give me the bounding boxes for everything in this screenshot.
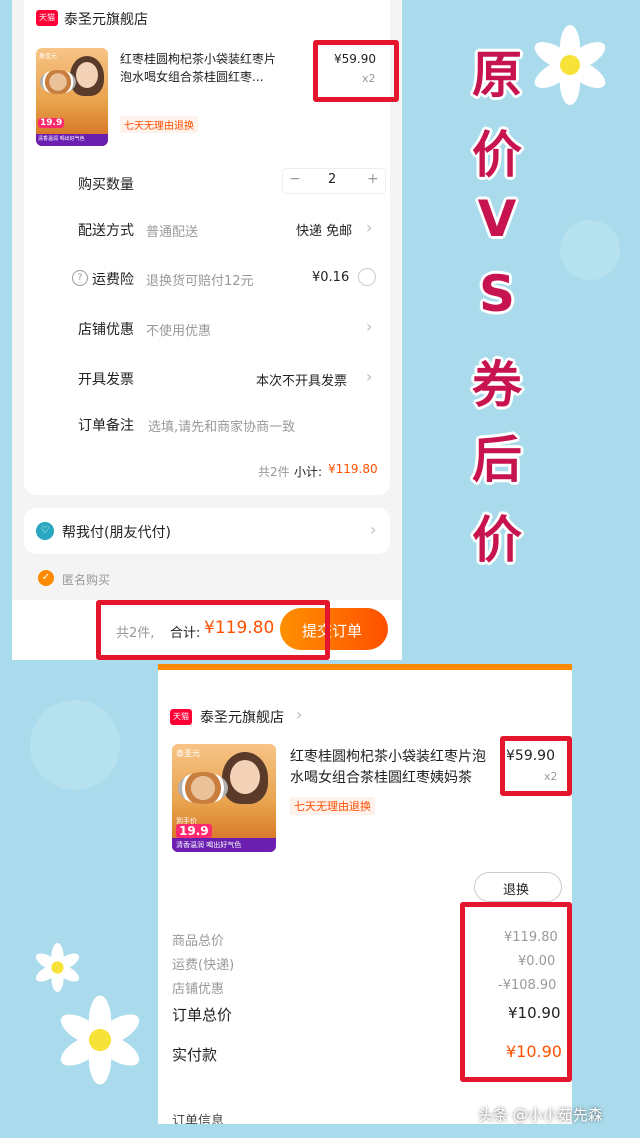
delivery-type: 普通配送 bbox=[146, 225, 199, 240]
thumb-brand: 泰圣元 bbox=[176, 749, 200, 758]
price-highlight-box bbox=[313, 40, 399, 102]
help-icon[interactable]: ? bbox=[72, 270, 88, 286]
chevron-right-icon: › bbox=[370, 520, 377, 539]
return-tag: 七天无理由退换 bbox=[290, 797, 375, 815]
title-char: V bbox=[477, 190, 517, 248]
anonymous-label: 匿名购买 bbox=[62, 573, 111, 587]
title-char: 价 bbox=[472, 511, 522, 569]
quantity-stepper[interactable]: − 2 + bbox=[282, 168, 386, 194]
goods-total-label: 商品总价 bbox=[172, 934, 225, 949]
insurance-label: 运费险 bbox=[92, 272, 134, 288]
flower-icon bbox=[60, 995, 140, 1085]
product-title-line1[interactable]: 红枣桂圆枸杞茶小袋装红枣片泡 bbox=[290, 746, 486, 766]
product-thumbnail[interactable]: 泰圣元 到手价 19.9 清香温润 喝出好气色 bbox=[172, 744, 276, 852]
title-char: S bbox=[478, 265, 515, 323]
price-highlight-box bbox=[500, 736, 572, 796]
order-total-label: 订单总价 bbox=[172, 1006, 233, 1024]
tmall-badge: 天猫 bbox=[36, 10, 58, 26]
subtotal-value: ¥119.80 bbox=[328, 462, 378, 476]
product-title-line1[interactable]: 红枣桂圆枸杞茶小袋装红枣片 bbox=[120, 50, 276, 67]
chevron-right-icon: › bbox=[366, 317, 373, 336]
title-char: 原 bbox=[472, 46, 522, 104]
remark-label: 订单备注 bbox=[78, 418, 134, 434]
thumb-sub: 清香温润 喝出好气色 bbox=[38, 136, 85, 142]
return-tag: 七天无理由退换 bbox=[120, 116, 198, 133]
discount-label: 店铺优惠 bbox=[78, 322, 134, 338]
bg-bubble bbox=[30, 700, 120, 790]
breakdown-highlight-box bbox=[460, 902, 572, 1082]
store-name[interactable]: 泰圣元旗舰店 bbox=[200, 707, 284, 727]
paid-label: 实付款 bbox=[172, 1046, 218, 1064]
product-thumbnail[interactable]: 泰圣元 19.9 清香温润 喝出好气色 bbox=[36, 48, 108, 146]
friend-pay-row[interactable]: ♡ 帮我付(朋友代付) › bbox=[24, 508, 390, 554]
chevron-right-icon: › bbox=[366, 367, 373, 386]
subtotal-count: 共2件 bbox=[258, 465, 290, 479]
delivery-label: 配送方式 bbox=[78, 223, 134, 239]
minus-icon[interactable]: − bbox=[289, 171, 301, 187]
remark-input[interactable]: 选填,请先和商家协商一致 bbox=[148, 416, 295, 435]
delivery-value: 快递 免邮 bbox=[296, 224, 353, 239]
refund-button[interactable]: 退换 bbox=[474, 872, 562, 902]
subtotal-label: 小计: bbox=[294, 465, 323, 479]
invoice-value: 本次不开具发票 bbox=[256, 374, 348, 389]
order-info-heading: 订单信息 bbox=[172, 1114, 225, 1124]
store-name[interactable]: 泰圣元旗舰店 bbox=[64, 9, 148, 29]
thumb-brand: 泰圣元 bbox=[39, 53, 58, 60]
flower-icon bbox=[35, 943, 80, 992]
tmall-badge: 天猫 bbox=[170, 709, 192, 725]
thumb-sub: 清香温润 喝出好气色 bbox=[176, 841, 242, 849]
bg-bubble bbox=[560, 220, 620, 280]
title-char: 券 bbox=[472, 356, 522, 414]
title-char: 后 bbox=[472, 431, 522, 489]
store-discount-label: 店铺优惠 bbox=[172, 982, 225, 997]
product-title-line2[interactable]: 水喝女组合茶桂圆红枣姨妈茶 bbox=[290, 767, 472, 787]
insurance-checkbox[interactable] bbox=[358, 268, 376, 286]
chevron-right-icon: › bbox=[366, 218, 373, 237]
insurance-desc: 退换货可赔付12元 bbox=[146, 274, 254, 289]
product-title-line2[interactable]: 泡水喝女组合茶桂圆红枣... bbox=[120, 68, 263, 85]
quantity-value[interactable]: 2 bbox=[328, 172, 336, 187]
discount-value: 不使用优惠 bbox=[146, 324, 212, 339]
chevron-right-icon: › bbox=[296, 705, 303, 724]
insurance-price: ¥0.16 bbox=[312, 270, 350, 285]
watermark: 头条 @小小茹先森 bbox=[478, 1106, 603, 1124]
shipping-label: 运费(快递) bbox=[172, 958, 235, 973]
check-icon[interactable]: ✓ bbox=[38, 570, 54, 586]
friend-pay-label: 帮我付(朋友代付) bbox=[62, 525, 171, 541]
refund-label: 退换 bbox=[503, 883, 530, 898]
invoice-label: 开具发票 bbox=[78, 372, 134, 388]
thumb-price: 19.9 bbox=[176, 824, 212, 838]
quantity-label: 购买数量 bbox=[78, 177, 134, 193]
friend-pay-icon: ♡ bbox=[36, 522, 54, 540]
flower-icon bbox=[534, 25, 606, 105]
thumb-price: 19.9 bbox=[38, 118, 65, 128]
plus-icon[interactable]: + bbox=[367, 171, 379, 187]
title-char: 价 bbox=[472, 126, 522, 184]
total-highlight-box bbox=[96, 600, 330, 660]
